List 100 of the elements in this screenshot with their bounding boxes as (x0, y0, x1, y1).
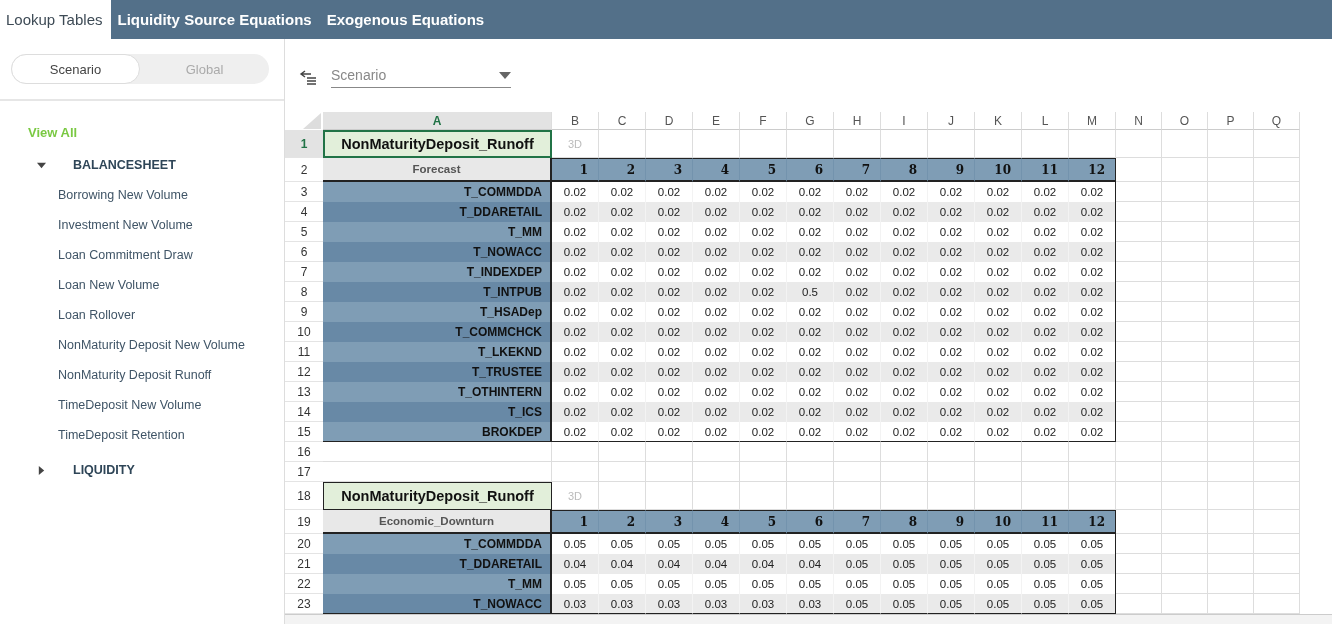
table-cell: 0.02 (928, 202, 975, 222)
row-label: T_NOWACC (323, 242, 552, 262)
table-cell: 0.05 (1022, 594, 1069, 614)
column-header[interactable]: M (1069, 112, 1116, 130)
tree-item[interactable]: Loan Rollover (58, 300, 136, 330)
row-label: T_DDARETAIL (323, 202, 552, 222)
table-cell: 0.02 (599, 202, 646, 222)
tree-item[interactable]: Investment New Volume (58, 210, 193, 240)
column-header[interactable]: P (1208, 112, 1254, 130)
scenario-dropdown[interactable]: Scenario (331, 63, 511, 88)
table-cell: 0.02 (975, 402, 1022, 422)
toggle-option[interactable]: Scenario (11, 54, 140, 84)
table-cell: 0.05 (881, 554, 928, 574)
table-cell: 0.02 (552, 242, 599, 262)
period-header: 5 (740, 158, 787, 182)
column-header[interactable]: G (787, 112, 834, 130)
period-header: 1 (552, 510, 599, 534)
table-cell: 0.02 (740, 422, 787, 442)
table-cell: 0.03 (787, 594, 834, 614)
table-cell: 0.02 (881, 322, 928, 342)
table-cell: 0.02 (599, 242, 646, 262)
table-cell: 0.02 (881, 362, 928, 382)
column-header[interactable]: E (693, 112, 740, 130)
row-label: T_ICS (323, 402, 552, 422)
caret-right-icon[interactable] (37, 465, 46, 475)
table-cell: 0.04 (740, 554, 787, 574)
table-cell: 0.05 (834, 554, 881, 574)
table-cell: 0.02 (787, 202, 834, 222)
table-cell: 0.02 (834, 242, 881, 262)
tree-item[interactable]: Loan Commitment Draw (58, 240, 193, 270)
table-cell: 0.02 (975, 322, 1022, 342)
table-cell: 0.02 (599, 402, 646, 422)
row-label: T_OTHINTERN (323, 382, 552, 402)
table-cell: 0.05 (1069, 594, 1116, 614)
row-number: 1 (285, 130, 323, 158)
table-cell: 0.02 (646, 402, 693, 422)
column-header[interactable]: L (1022, 112, 1069, 130)
column-header[interactable]: I (881, 112, 928, 130)
table-title[interactable]: NonMaturityDeposit_Runoff (323, 482, 552, 510)
column-header[interactable]: B (552, 112, 599, 130)
table-title[interactable]: NonMaturityDeposit_Runoff (323, 130, 552, 158)
tree-item[interactable]: NonMaturity Deposit Runoff (58, 360, 212, 390)
table-cell: 0.02 (928, 362, 975, 382)
table-cell: 0.02 (646, 422, 693, 442)
column-header[interactable]: Q (1254, 112, 1300, 130)
row-label: T_COMMDDA (323, 534, 552, 554)
tree-item[interactable]: NonMaturity Deposit New Volume (58, 330, 245, 360)
column-header[interactable]: K (975, 112, 1022, 130)
row-label: T_MM (323, 574, 552, 594)
column-header[interactable]: A (323, 112, 552, 130)
period-header: 6 (787, 510, 834, 534)
column-header[interactable]: H (834, 112, 881, 130)
column-header[interactable]: N (1116, 112, 1162, 130)
tree-group[interactable]: LIQUIDITY (73, 463, 135, 477)
caret-down-icon[interactable] (37, 160, 46, 170)
period-header: 2 (599, 158, 646, 182)
table-cell: 0.02 (928, 422, 975, 442)
table-cell: 0.02 (552, 402, 599, 422)
table-cell: 0.04 (693, 554, 740, 574)
table-cell: 0.02 (646, 202, 693, 222)
column-header[interactable]: F (740, 112, 787, 130)
table-cell: 0.5 (787, 282, 834, 302)
table-cell: 0.02 (881, 422, 928, 442)
period-header: 9 (928, 158, 975, 182)
table-cell: 0.02 (834, 202, 881, 222)
table-cell: 0.02 (928, 242, 975, 262)
column-header[interactable]: O (1162, 112, 1208, 130)
table-cell: 0.02 (1022, 402, 1069, 422)
row-label: T_COMMCHCK (323, 322, 552, 342)
period-header: 11 (1022, 158, 1069, 182)
horizontal-scrollbar[interactable] (285, 614, 1332, 624)
table-cell: 0.02 (552, 202, 599, 222)
column-header[interactable]: J (928, 112, 975, 130)
column-header[interactable]: D (646, 112, 693, 130)
table-cell: 0.02 (1069, 362, 1116, 382)
table-cell: 0.04 (599, 554, 646, 574)
column-header[interactable]: C (599, 112, 646, 130)
table-cell: 0.03 (599, 594, 646, 614)
tree-item[interactable]: Loan New Volume (58, 270, 160, 300)
dropdown-arrow-icon (499, 71, 511, 79)
table-cell: 0.02 (1069, 322, 1116, 342)
tree-group[interactable]: BALANCESHEET (73, 158, 176, 172)
table-cell: 0.02 (1022, 422, 1069, 442)
table-cell: 0.02 (881, 242, 928, 262)
table-cell: 0.02 (693, 242, 740, 262)
table-cell: 0.02 (599, 422, 646, 442)
table-cell: 0.04 (646, 554, 693, 574)
table-cell: 0.02 (552, 362, 599, 382)
period-header: 10 (975, 510, 1022, 534)
table-cell: 0.02 (928, 402, 975, 422)
table-cell: 0.02 (1069, 422, 1116, 442)
tab[interactable]: Lookup Tables (0, 0, 112, 39)
tree-item[interactable]: TimeDeposit Retention (58, 420, 185, 450)
table-cell: 0.02 (646, 322, 693, 342)
row-label: T_MM (323, 222, 552, 242)
tree-item[interactable]: Borrowing New Volume (58, 180, 188, 210)
table-cell: 0.02 (834, 422, 881, 442)
period-header: 12 (1069, 158, 1116, 182)
tree-item[interactable]: TimeDeposit New Volume (58, 390, 202, 420)
table-cell: 0.05 (928, 554, 975, 574)
